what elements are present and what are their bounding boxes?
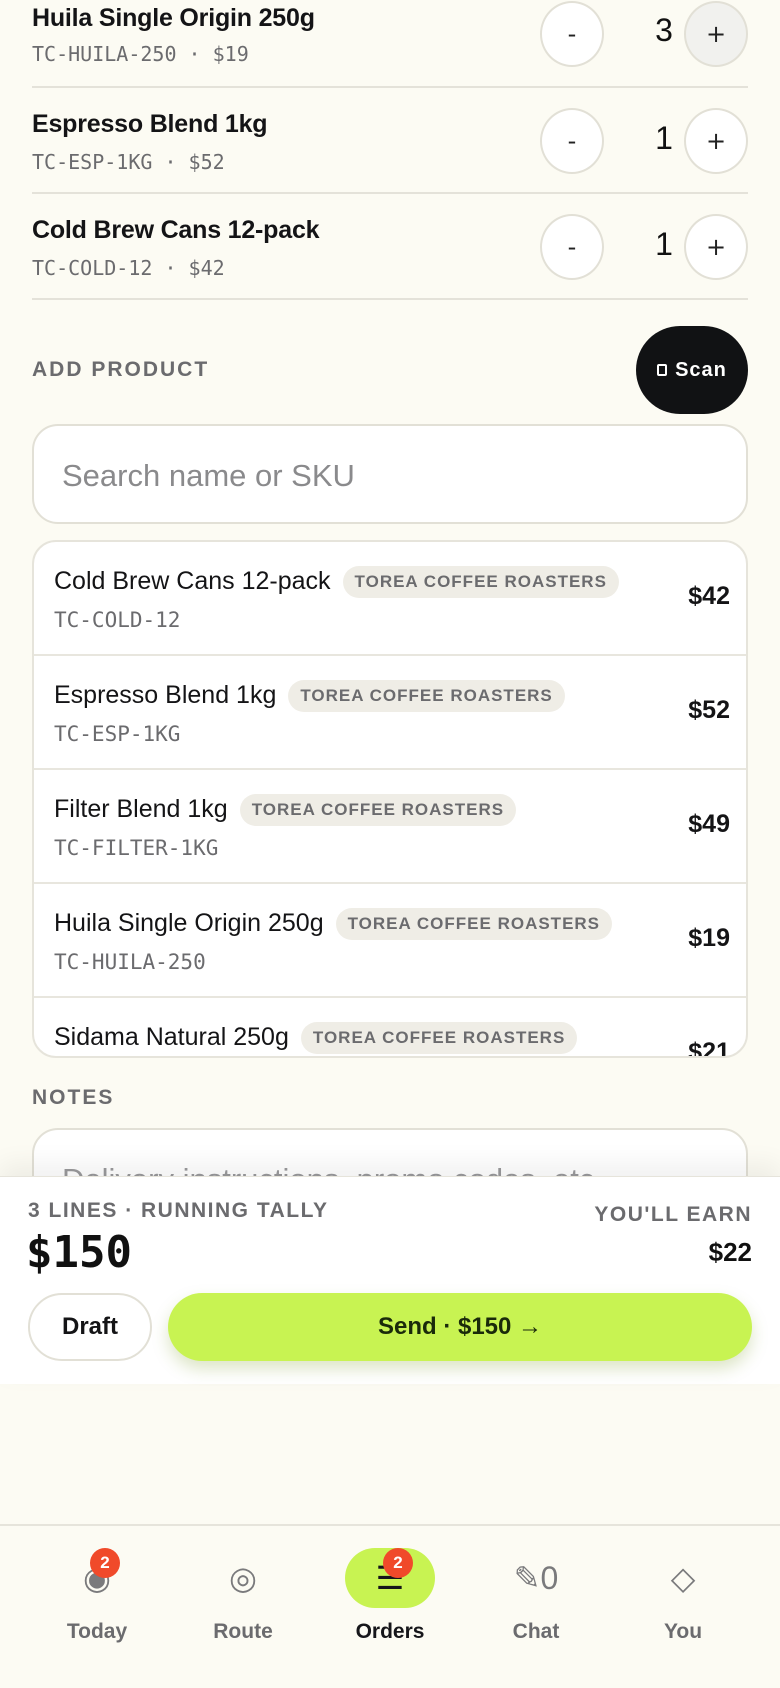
- order-summary-bar: 3 LINES · RUNNING TALLY $150 YOU'LL EARN…: [0, 1176, 780, 1384]
- increment-button[interactable]: +: [684, 1, 748, 67]
- decrement-button[interactable]: -: [540, 1, 604, 67]
- nav-item-you[interactable]: ◇ You: [610, 1526, 756, 1666]
- add-product-heading: ADD PRODUCT: [32, 358, 210, 381]
- cart-line-huila: Huila Single Origin 250g TC-HUILA-250 · …: [32, 0, 748, 88]
- orders-badge: 2: [383, 1548, 413, 1578]
- chat-icon: ✎0: [513, 1560, 559, 1596]
- cart-line-sku-price: TC-ESP-1KG · $52: [32, 150, 225, 174]
- list-item[interactable]: Huila Single Origin 250g TOREA COFFEE ROA…: [34, 884, 746, 998]
- nav-item-route[interactable]: ◎ Route: [170, 1526, 316, 1666]
- nav-label: Orders: [355, 1620, 425, 1643]
- product-price: $49: [688, 810, 730, 838]
- decrement-button[interactable]: -: [540, 214, 604, 280]
- product-price: $52: [688, 696, 730, 724]
- product-name: Filter Blend 1kg: [54, 795, 228, 823]
- product-sku: TC-ESP-1KG: [54, 722, 181, 746]
- brand-badge: TOREA COFFEE ROASTERS: [335, 908, 613, 940]
- quantity-value: 3: [655, 12, 673, 48]
- cart-line-sku-price: TC-HUILA-250 · $19: [32, 42, 249, 66]
- brand-badge: TOREA COFFEE ROASTERS: [300, 1022, 578, 1054]
- product-sku: TC-COLD-12: [54, 608, 181, 632]
- product-sku: TC-HUILA-250: [54, 950, 206, 974]
- product-results-list[interactable]: Cold Brew Cans 12-pack TOREA COFFEE ROAST…: [32, 540, 748, 1058]
- earn-label: YOU'LL EARN: [594, 1203, 752, 1226]
- product-price: $42: [688, 582, 730, 610]
- nav-item-orders[interactable]: ☰ 2 Orders: [317, 1526, 463, 1666]
- increment-button[interactable]: +: [684, 214, 748, 280]
- product-sku: TC-FILTER-1KG: [54, 836, 219, 860]
- cart-line-sku-price: TC-COLD-12 · $42: [32, 256, 225, 280]
- product-name: Sidama Natural 250g: [54, 1023, 289, 1051]
- you-icon: ◇: [670, 1560, 696, 1596]
- nav-item-today[interactable]: ◉ 2 Today: [24, 1526, 170, 1666]
- cart-line-name: Cold Brew Cans 12-pack: [32, 216, 320, 244]
- quantity-value: 1: [655, 120, 673, 156]
- list-item[interactable]: Cold Brew Cans 12-pack TOREA COFFEE ROAST…: [34, 542, 746, 656]
- brand-badge: TOREA COFFEE ROASTERS: [342, 566, 619, 598]
- earn-value: $22: [708, 1237, 752, 1267]
- nav-label: You: [663, 1620, 703, 1643]
- route-icon: ◎: [229, 1560, 257, 1596]
- cart-line-name: Huila Single Origin 250g: [32, 4, 315, 32]
- cart-line-name: Espresso Blend 1kg: [32, 110, 268, 138]
- product-name: Cold Brew Cans 12-pack: [54, 567, 331, 595]
- product-price: $19: [688, 924, 730, 952]
- nav-item-chat[interactable]: ✎0 Chat: [463, 1526, 609, 1666]
- send-order-button[interactable]: Send · $150 →: [168, 1293, 752, 1361]
- draft-button[interactable]: Draft: [28, 1293, 152, 1361]
- brand-badge: TOREA COFFEE ROASTERS: [239, 794, 517, 826]
- product-name: Huila Single Origin 250g: [54, 909, 324, 937]
- quantity-value: 1: [655, 226, 673, 262]
- nav-label: Today: [66, 1620, 128, 1643]
- tally-label: 3 LINES · RUNNING TALLY: [28, 1199, 329, 1222]
- list-item[interactable]: Sidama Natural 250g TOREA COFFEE ROASTERS…: [34, 998, 746, 1058]
- cart-line-cold-brew: Cold Brew Cans 12-pack TC-COLD-12 · $42 …: [32, 194, 748, 300]
- order-total: $150: [26, 1227, 132, 1278]
- scan-button[interactable]: Scan: [636, 326, 748, 414]
- cart-line-espresso: Espresso Blend 1kg TC-ESP-1KG · $52 - 1 …: [32, 88, 748, 194]
- bottom-nav: ◉ 2 Today ◎ Route ☰ 2 Orders ✎0 Chat ◇ Y…: [0, 1524, 780, 1688]
- list-item[interactable]: Espresso Blend 1kg TOREA COFFEE ROASTERS …: [34, 656, 746, 770]
- decrement-button[interactable]: -: [540, 108, 604, 174]
- scan-button-label: Scan: [675, 358, 727, 381]
- nav-label: Route: [213, 1620, 273, 1643]
- search-field[interactable]: [32, 424, 748, 524]
- nav-label: Chat: [512, 1620, 560, 1643]
- notes-heading: NOTES: [32, 1086, 115, 1109]
- search-input[interactable]: [62, 452, 702, 500]
- scan-icon: [657, 364, 668, 376]
- increment-button[interactable]: +: [684, 108, 748, 174]
- list-item[interactable]: Filter Blend 1kg TOREA COFFEE ROASTERS TC…: [34, 770, 746, 884]
- product-price: $21: [688, 1038, 730, 1058]
- today-badge: 2: [90, 1548, 120, 1578]
- brand-badge: TOREA COFFEE ROASTERS: [288, 680, 565, 712]
- product-name: Espresso Blend 1kg: [54, 681, 277, 709]
